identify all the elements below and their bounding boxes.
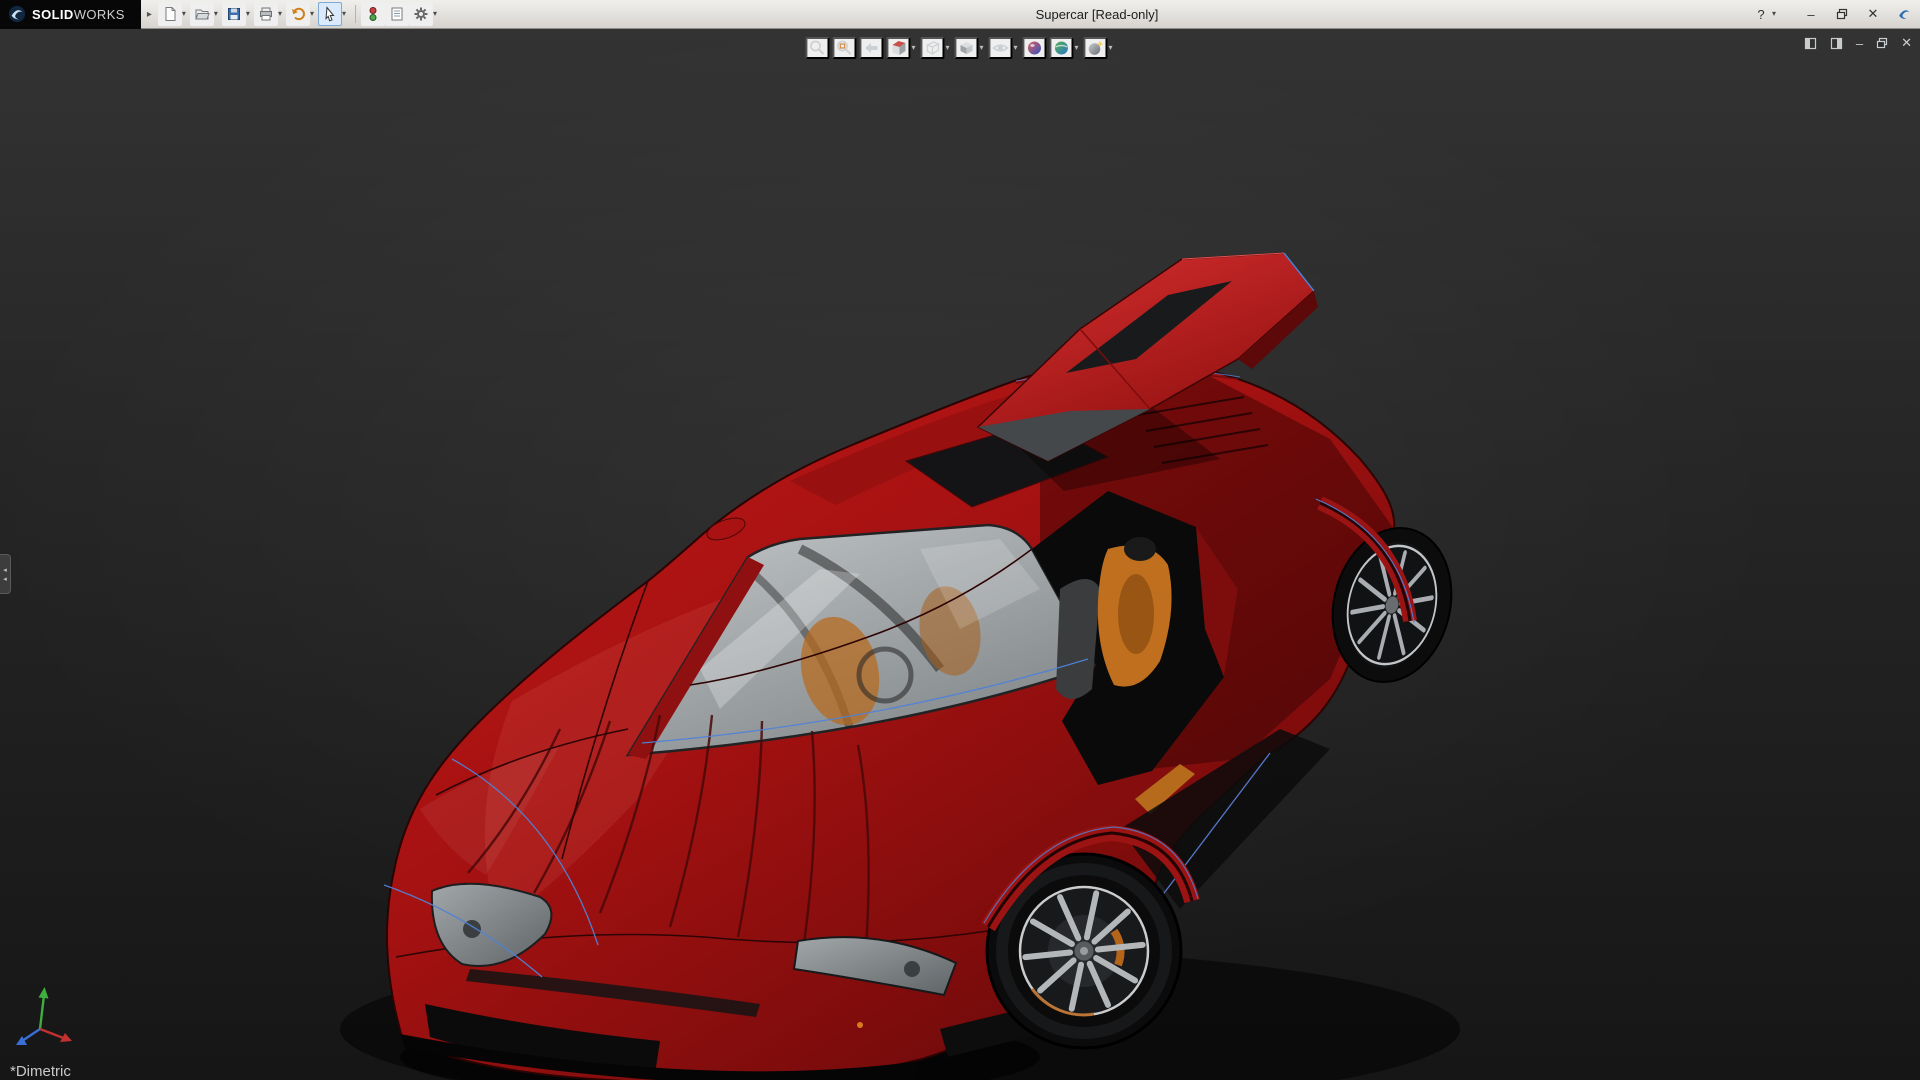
menu-expand-arrow[interactable]: ▸ [141,9,158,20]
dropdown-caret[interactable]: ▾ [214,10,218,18]
previous-view-icon [861,38,881,58]
toolbar-separator [355,5,356,23]
save-icon [226,6,242,22]
amber-marker [857,1022,863,1028]
window-title: Supercar [Read-only] [441,7,1753,22]
brand-light: WORKS [74,7,125,22]
undo-icon [290,6,306,22]
dropdown-caret[interactable]: ▾ [182,10,186,18]
collapse-left-icon: ◂ [3,575,7,583]
zoom-to-area-icon [834,38,854,58]
dropdown-caret[interactable]: ▾ [342,10,346,18]
display-style-button[interactable] [954,37,978,59]
help-button[interactable]: ? [1753,5,1769,23]
window-controls: ? ▾ – ✕ [1753,5,1920,23]
file-properties-button[interactable] [385,2,409,26]
open-document-button[interactable] [190,2,214,26]
hide-show-items-button[interactable] [989,37,1013,59]
dropdown-caret[interactable]: ▾ [945,44,949,52]
panel-collapse-tab[interactable]: ◂ ◂ [0,554,11,594]
dropdown-caret[interactable]: ▾ [911,44,915,52]
view-orientation-label: *Dimetric [10,1063,71,1080]
car-model[interactable] [384,253,1467,1080]
car-model-scene[interactable] [0,29,1920,1080]
edit-appearance-button[interactable] [1023,37,1047,59]
display-style-icon [956,38,976,58]
titlebar: SOLIDWORKS ▸ ▾ ▾ ▾ [0,0,1920,29]
undock-pane-button[interactable] [1804,35,1817,51]
expand-pane-icon [1830,37,1843,50]
zoom-to-fit-icon [807,38,827,58]
restore-icon [1836,8,1848,20]
view-settings-button[interactable] [1084,37,1108,59]
dropdown-caret[interactable]: ▾ [979,44,983,52]
new-document-button[interactable] [158,2,182,26]
file-properties-icon [389,6,405,22]
dropdown-caret[interactable]: ▾ [310,10,314,18]
graphics-area[interactable]: ▾ ▾ ▾ ▾ [0,29,1920,1080]
dropdown-caret[interactable]: ▾ [278,10,282,18]
apply-scene-icon [1052,38,1072,58]
save-button[interactable] [222,2,246,26]
hide-show-eye-icon [991,38,1011,58]
view-orientation-button[interactable] [920,37,944,59]
doc-restore-button[interactable] [1876,35,1888,51]
dropdown-caret[interactable]: ▾ [433,10,437,18]
view-orientation-icon [922,38,942,58]
print-icon [258,6,274,22]
orientation-triad [10,979,82,1054]
collapse-left-icon: ◂ [3,566,7,574]
dropdown-caret[interactable]: ▾ [1109,44,1113,52]
doc-close-button[interactable]: ✕ [1901,35,1912,51]
doc-minimize-button[interactable]: – [1856,35,1863,51]
rebuild-icon [365,6,381,22]
apply-scene-button[interactable] [1050,37,1074,59]
section-view-icon [888,38,908,58]
print-button[interactable] [254,2,278,26]
select-tool-button[interactable] [318,2,342,26]
undock-pane-icon [1804,37,1817,50]
section-view-button[interactable] [886,37,910,59]
edit-appearance-icon [1025,38,1045,58]
view-settings-icon [1086,38,1106,58]
close-button[interactable]: ✕ [1865,5,1881,23]
restore-button[interactable] [1834,5,1850,23]
solidworks-logo: SOLIDWORKS [0,0,141,29]
dropdown-caret[interactable]: ▾ [1014,44,1018,52]
brand-text: SOLIDWORKS [32,7,125,22]
rebuild-button[interactable] [361,2,385,26]
brand-bold: SOLID [32,7,74,22]
previous-view-button[interactable] [859,37,883,59]
zoom-to-area-button[interactable] [832,37,856,59]
minimize-button[interactable]: – [1803,5,1819,23]
new-document-icon [162,6,178,22]
options-gear-icon [413,6,429,22]
headsup-view-toolbar: ▾ ▾ ▾ ▾ [805,37,1114,59]
document-window-controls: – ✕ [1804,35,1912,51]
options-button[interactable] [409,2,433,26]
3ds-swirl-icon [8,5,26,23]
doc-restore-icon [1876,37,1888,49]
dropdown-caret[interactable]: ▾ [1772,10,1776,18]
quick-access-toolbar: ▾ ▾ ▾ ▾ ▾ [158,2,441,26]
3ds-brand-mark-icon [1896,6,1912,22]
select-cursor-icon [322,6,338,22]
zoom-to-fit-button[interactable] [805,37,829,59]
triad-icon [10,979,82,1049]
dropdown-caret[interactable]: ▾ [1075,44,1079,52]
open-folder-icon [194,6,210,22]
expand-pane-button[interactable] [1830,35,1843,51]
dropdown-caret[interactable]: ▾ [246,10,250,18]
undo-button[interactable] [286,2,310,26]
